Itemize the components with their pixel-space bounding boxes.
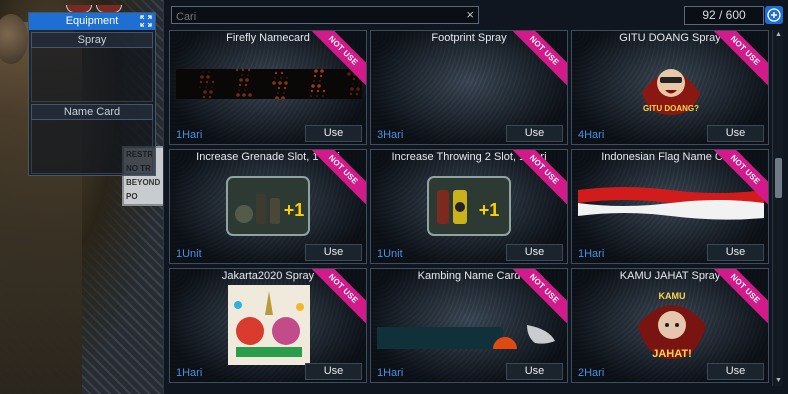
item-grid: Firefly Namecard NOT USE 1Hari Use Footprint…	[169, 30, 771, 386]
scrollbar[interactable]: ▲ ▼	[772, 30, 783, 386]
art-text: JAHAT!	[652, 348, 692, 360]
item-duration: 2Hari	[578, 367, 605, 379]
sign-line: BEYOND	[126, 178, 161, 187]
scroll-up-icon[interactable]: ▲	[773, 30, 784, 40]
use-button[interactable]: Use	[506, 125, 563, 142]
art-text: KAMU	[659, 291, 686, 301]
item-card[interactable]: Jakarta2020 Spray NOT USE 1Hari Use	[169, 268, 367, 383]
spray-slot-label: Spray	[31, 32, 153, 48]
clear-search-icon[interactable]: ×	[466, 7, 474, 23]
use-button[interactable]: Use	[506, 244, 563, 261]
scroll-down-icon[interactable]: ▼	[773, 376, 784, 386]
use-button[interactable]: Use	[707, 363, 764, 380]
use-button[interactable]: Use	[506, 363, 563, 380]
equipment-title: Equipment	[65, 15, 119, 27]
equipment-panel: Equipment Spray Name Card	[28, 12, 156, 176]
add-slot-button[interactable]	[765, 6, 783, 24]
use-button[interactable]: Use	[305, 363, 362, 380]
expand-icon[interactable]	[140, 15, 152, 27]
use-button[interactable]: Use	[305, 125, 362, 142]
item-duration: 1Hari	[377, 367, 404, 379]
top-badges	[66, 0, 126, 13]
art-text: +1	[479, 200, 500, 220]
character-preview: RESTR NO TR BEYOND PO Equipment Spray Na…	[0, 0, 166, 394]
item-duration: 1Hari	[176, 367, 203, 379]
use-button[interactable]: Use	[305, 244, 362, 261]
game-inventory-screen: RESTR NO TR BEYOND PO Equipment Spray Na…	[0, 0, 788, 394]
item-duration: 1Hari	[578, 248, 605, 260]
item-card[interactable]: KAMU JAHAT Spray KAMU JAHAT! NOT USE 2Hari Us…	[571, 268, 769, 383]
sign-line: PO	[126, 192, 138, 201]
namecard-slot[interactable]	[31, 120, 153, 174]
item-card[interactable]: Increase Grenade Slot, 1 hari +1 NOT USE 1U…	[169, 149, 367, 264]
item-card[interactable]: Indonesian Flag Name Card NOT USE 1Hari Use	[571, 149, 769, 264]
scroll-thumb[interactable]	[775, 158, 782, 198]
art-text: +1	[284, 200, 305, 220]
inventory-count: 92 / 600	[684, 6, 764, 25]
item-duration: 4Hari	[578, 129, 605, 141]
equipment-title-bar: Equipment	[29, 13, 155, 30]
item-card[interactable]: GITU DOANG Spray GITU DOANG? NOT USE 4Hari U…	[571, 30, 769, 145]
item-duration: 1Hari	[176, 129, 203, 141]
namecard-slot-label: Name Card	[31, 104, 153, 120]
item-card[interactable]: Kambing Name Card NOT USE 1Hari Use	[370, 268, 568, 383]
search-box: ×	[171, 6, 479, 25]
item-duration: 1Unit	[176, 248, 202, 260]
use-button[interactable]: Use	[707, 125, 764, 142]
item-card[interactable]: Firefly Namecard NOT USE 1Hari Use	[169, 30, 367, 145]
search-input[interactable]	[172, 9, 462, 25]
item-card[interactable]: Increase Throwing 2 Slot, 1 hari +1 NOT US…	[370, 149, 568, 264]
inventory-panel: × 92 / 600 Firefly NamecardNOT USE1HariU…	[163, 0, 788, 394]
item-duration: 1Unit	[377, 248, 403, 260]
item-card[interactable]: Footprint Spray NOT USE 3Hari Use	[370, 30, 568, 145]
art-text: GITU DOANG?	[643, 104, 699, 113]
spray-slot[interactable]	[31, 48, 153, 102]
use-button[interactable]: Use	[707, 244, 764, 261]
item-duration: 3Hari	[377, 129, 404, 141]
